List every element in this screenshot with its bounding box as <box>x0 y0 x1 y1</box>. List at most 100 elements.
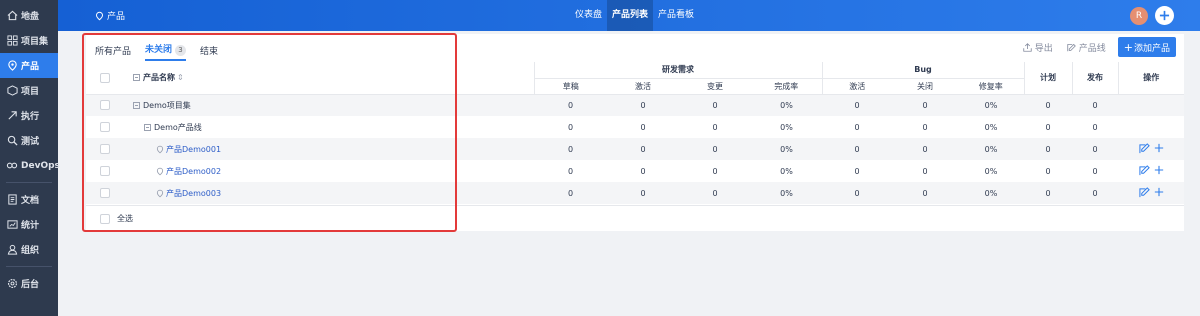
row-checkbox[interactable] <box>100 188 110 198</box>
nav-product-list[interactable]: 产品列表 <box>607 0 654 31</box>
sidebar-item-label: 产品 <box>21 62 40 72</box>
plus-icon <box>1159 10 1170 21</box>
row-checkbox[interactable] <box>100 122 110 132</box>
tab-closed[interactable]: 结束 <box>200 44 218 60</box>
cell-value: 0 <box>640 166 646 176</box>
table-row: 产品Demo003 0 0 0 0% 0 0 0% 0 0 <box>86 182 1185 204</box>
tab-unclosed[interactable]: 未关闭 3 <box>145 42 187 61</box>
sidebar-item-label: 文档 <box>21 196 40 206</box>
row-checkbox[interactable] <box>100 166 110 176</box>
status-tabs: 所有产品 未关闭 3 结束 <box>95 42 232 61</box>
product-link[interactable]: 产品Demo002 <box>166 167 221 176</box>
row-select-cell <box>86 182 124 204</box>
sidebar-item-doc[interactable]: 文档 <box>0 187 58 212</box>
test-icon <box>6 135 18 147</box>
row-select-cell <box>86 116 124 138</box>
row-actions-cell <box>1118 160 1184 182</box>
tab-all-products[interactable]: 所有产品 <box>95 44 131 60</box>
collapse-icon[interactable] <box>144 123 151 131</box>
topbar: 产品 仪表盘 产品列表 产品看板 R <box>58 0 1200 31</box>
edit-icon <box>1067 43 1076 51</box>
column-header-draft: 草稿 <box>533 78 607 95</box>
product-icon <box>96 11 103 20</box>
cell-value: 0 <box>607 138 679 160</box>
column-header-name[interactable]: 产品名称 <box>143 73 175 82</box>
cell-value: 0 <box>567 166 574 176</box>
select-all-checkbox-header[interactable] <box>100 72 110 83</box>
cell-value: 0% <box>780 166 793 176</box>
row-name-cell: Demo产品线 <box>124 116 534 138</box>
edit-icon[interactable] <box>1138 164 1150 176</box>
product-icon <box>6 60 18 72</box>
sidebar-item-label: 组织 <box>21 246 40 256</box>
program-name[interactable]: Demo项目集 <box>143 101 191 110</box>
cell-value: 0 <box>1072 182 1119 204</box>
stats-icon <box>6 219 18 231</box>
row-name-cell: Demo项目集 <box>124 94 534 116</box>
product-line-button[interactable]: 产品线 <box>1067 41 1106 54</box>
sidebar-item-devops[interactable]: DevOps <box>0 153 60 178</box>
sidebar-item-programs[interactable]: 项目集 <box>0 28 58 53</box>
cell-value: 0 <box>1024 94 1073 116</box>
sidebar-item-org[interactable]: 组织 <box>0 237 58 262</box>
select-all-checkbox[interactable] <box>100 213 110 224</box>
breadcrumb[interactable]: 产品 <box>95 9 125 22</box>
plus-icon[interactable] <box>1154 165 1164 175</box>
select-all-label[interactable]: 全选 <box>117 213 133 224</box>
tab-label: 结束 <box>200 46 219 57</box>
cell-value: 0% <box>958 94 1025 116</box>
cell-value: 0 <box>534 94 607 116</box>
plus-icon[interactable] <box>1154 187 1164 197</box>
cell-value: 0 <box>679 138 751 160</box>
product-icon <box>156 189 164 197</box>
sidebar-item-label: 执行 <box>21 112 40 122</box>
collapse-all-icon[interactable] <box>133 74 140 82</box>
plus-icon: + <box>1123 40 1133 54</box>
cell-value: 0% <box>780 122 793 132</box>
row-actions-cell <box>1118 94 1185 116</box>
sidebar-item-test[interactable]: 测试 <box>0 128 58 153</box>
row-checkbox[interactable] <box>100 144 110 154</box>
sidebar-item-stats[interactable]: 统计 <box>0 212 58 237</box>
edit-icon[interactable] <box>1138 142 1150 154</box>
sidebar-divider <box>6 266 52 267</box>
column-header-release: 发布 <box>1071 62 1119 95</box>
export-button[interactable]: 导出 <box>1023 41 1053 54</box>
nav-product-kanban[interactable]: 产品看板 <box>653 0 699 31</box>
product-link[interactable]: 产品Demo001 <box>166 145 221 154</box>
tab-label: 未关闭 <box>145 45 173 55</box>
cell-value: 0 <box>607 182 679 204</box>
nav-dashboard[interactable]: 仪表盘 <box>570 0 607 31</box>
cell-value: 0% <box>751 94 822 116</box>
column-header-fix-rate: 修复率 <box>958 78 1025 95</box>
product-line-label: 产品线 <box>1078 43 1106 54</box>
column-header-bug-closed: 关闭 <box>892 78 958 95</box>
sidebar-item-project[interactable]: 项目 <box>0 78 58 103</box>
cell-value: 0% <box>958 182 1025 204</box>
sort-icon[interactable]: ⇕ <box>177 73 184 82</box>
cell-value: 0 <box>1045 122 1051 132</box>
doc-icon <box>6 194 18 206</box>
table-row: 产品Demo002 0 0 0 0% 0 0 0% 0 0 <box>86 160 1184 182</box>
sidebar-item-dashboard[interactable]: 地盘 <box>0 3 58 28</box>
home-icon <box>6 10 18 22</box>
sidebar-item-label: 测试 <box>21 137 40 147</box>
sidebar-item-admin[interactable]: 后台 <box>0 271 58 296</box>
top-nav: 仪表盘 产品列表 产品看板 <box>570 0 699 31</box>
collapse-icon[interactable] <box>133 101 140 109</box>
row-select-cell <box>86 94 124 116</box>
global-add-button[interactable] <box>1155 6 1174 25</box>
column-header-active: 激活 <box>607 78 679 95</box>
edit-icon[interactable] <box>1138 186 1150 198</box>
plus-icon[interactable] <box>1154 143 1164 153</box>
tab-count-badge: 3 <box>175 45 187 56</box>
cell-value: 0 <box>679 182 751 204</box>
add-product-button[interactable]: + 添加产品 <box>1117 37 1176 57</box>
product-line-name[interactable]: Demo产品线 <box>154 123 202 132</box>
sidebar-item-execution[interactable]: 执行 <box>0 103 58 128</box>
column-header-completion-rate: 完成率 <box>751 78 822 95</box>
row-checkbox[interactable] <box>100 100 110 111</box>
product-link[interactable]: 产品Demo003 <box>166 189 221 198</box>
sidebar-item-product[interactable]: 产品 <box>0 53 58 78</box>
avatar[interactable]: R <box>1130 7 1148 25</box>
